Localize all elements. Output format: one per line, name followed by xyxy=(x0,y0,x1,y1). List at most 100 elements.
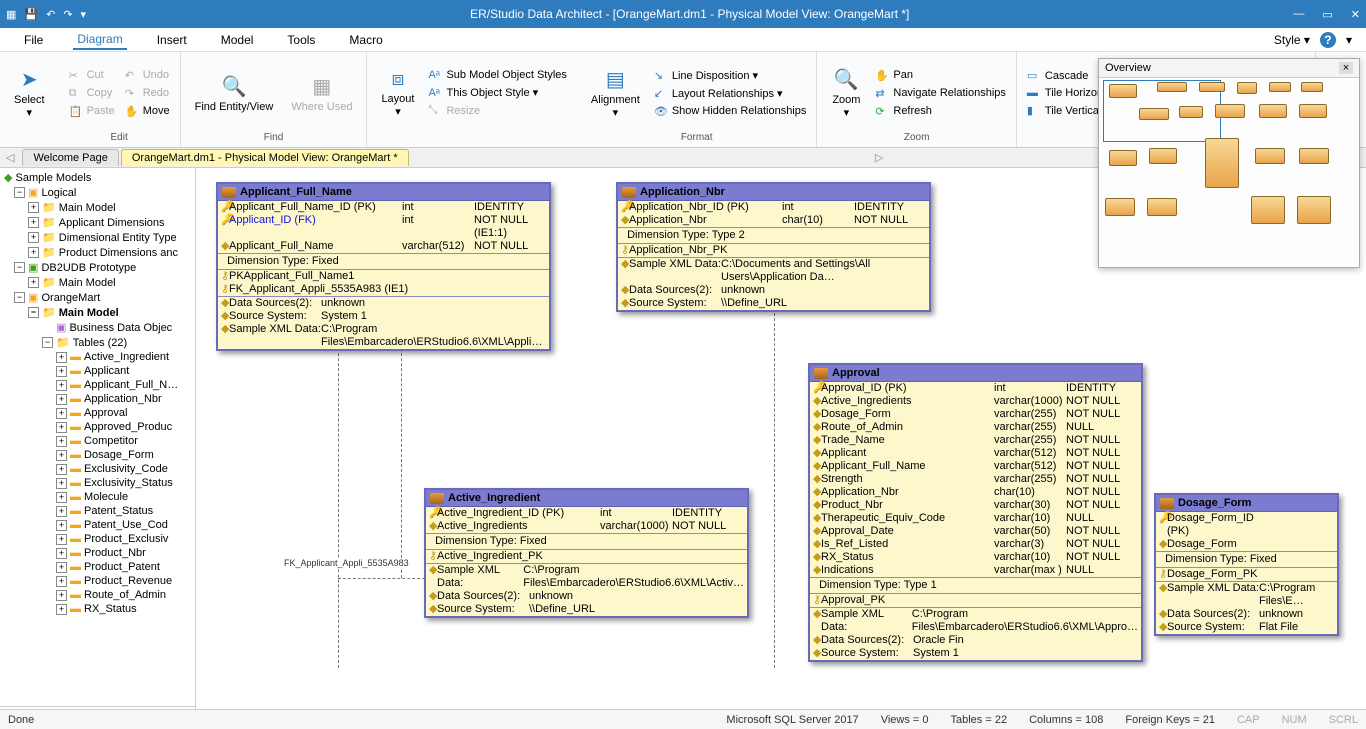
style-dropdown[interactable]: Style ▾ xyxy=(1270,31,1314,49)
overview-close-icon[interactable]: × xyxy=(1339,62,1353,74)
line-icon: ↘ xyxy=(654,69,668,82)
styles-icon: Aᵃ xyxy=(428,69,442,81)
tree-table-item[interactable]: +▬ Product_Revenue xyxy=(0,574,195,588)
tileh-icon: ▬ xyxy=(1027,87,1041,99)
resize-button[interactable]: ⤡Resize xyxy=(426,103,568,118)
tree-item[interactable]: +📁 Product Dimensions anc xyxy=(0,245,195,260)
titlebar: ▦ 💾 ↶ ↷ ▾ ER/Studio Data Architect - [Or… xyxy=(0,0,1366,28)
maximize-button[interactable]: ▭ xyxy=(1322,8,1332,21)
tree-table-item[interactable]: +▬ Application_Nbr xyxy=(0,392,195,406)
redo-icon: ↷ xyxy=(125,87,139,100)
status-scrl: SCRL xyxy=(1329,714,1358,726)
app-icon: ▦ xyxy=(6,8,16,21)
zoom-button[interactable]: 🔍Zoom▾ xyxy=(825,56,867,130)
undo-button[interactable]: ↶Undo xyxy=(123,68,172,83)
tree-table-item[interactable]: +▬ Product_Nbr xyxy=(0,546,195,560)
menu-insert[interactable]: Insert xyxy=(153,31,191,49)
overview-body[interactable] xyxy=(1099,78,1359,264)
menu-tools[interactable]: Tools xyxy=(283,31,319,49)
tree-orange[interactable]: −▣ OrangeMart xyxy=(0,290,195,305)
save-icon[interactable]: 💾 xyxy=(24,8,38,21)
tree-table-item[interactable]: +▬ Dosage_Form xyxy=(0,448,195,462)
entity-dosage-form[interactable]: Dosage_Form🔑Dosage_Form_ID (PK)◆Dosage_F… xyxy=(1154,493,1339,636)
tree-table-item[interactable]: +▬ Patent_Use_Cod xyxy=(0,518,195,532)
relationship-label: FK_Applicant_Appli_5535A983 xyxy=(282,558,411,568)
copy-button[interactable]: ⧉Copy xyxy=(67,86,117,101)
tree-root[interactable]: ◆ Sample Models xyxy=(0,170,195,185)
find-entity-button[interactable]: 🔍Find Entity/View xyxy=(189,56,280,130)
tree-tables[interactable]: −📁 Tables (22) xyxy=(0,335,195,350)
paste-button[interactable]: 📋Paste xyxy=(67,104,117,119)
tree-table-item[interactable]: +▬ Molecule xyxy=(0,490,195,504)
tree-item[interactable]: +📁 Applicant Dimensions xyxy=(0,215,195,230)
tab-close-icon[interactable]: ▷ xyxy=(875,151,883,164)
refresh-button[interactable]: ⟳Refresh xyxy=(873,104,1008,119)
select-button[interactable]: ➤ Select▾ xyxy=(8,56,51,130)
minimize-button[interactable]: — xyxy=(1293,8,1304,21)
help-icon[interactable]: ? xyxy=(1320,32,1336,48)
overview-panel[interactable]: Overview × xyxy=(1098,58,1360,268)
tree-item[interactable]: +📁 Main Model xyxy=(0,275,195,290)
status-tables: Tables = 22 xyxy=(951,714,1008,726)
statusbar: Done Microsoft SQL Server 2017 Views = 0… xyxy=(0,709,1366,729)
menu-macro[interactable]: Macro xyxy=(345,31,386,49)
show-hidden-rel-button[interactable]: 👁Show Hidden Relationships xyxy=(652,104,809,119)
tab-orangemart[interactable]: OrangeMart.dm1 - Physical Model View: Or… xyxy=(121,149,409,166)
submodel-styles-button[interactable]: AᵃSub Model Object Styles xyxy=(426,68,568,82)
line-disposition-button[interactable]: ↘Line Disposition ▾ xyxy=(652,68,809,83)
tree-table-item[interactable]: +▬ Product_Exclusiv xyxy=(0,532,195,546)
redo-button[interactable]: ↷Redo xyxy=(123,86,172,101)
where-used-button[interactable]: ▦Where Used xyxy=(285,56,358,130)
tree-orange-main[interactable]: −📁 Main Model xyxy=(0,305,195,320)
navigate-rel-button[interactable]: ⇄Navigate Relationships xyxy=(873,86,1008,101)
tree-table-item[interactable]: +▬ Applicant_Full_N… xyxy=(0,378,195,392)
tree-table-item[interactable]: +▬ Active_Ingredient xyxy=(0,350,195,364)
tree-table-item[interactable]: +▬ Applicant xyxy=(0,364,195,378)
help-dropdown-icon[interactable]: ▾ xyxy=(1342,31,1356,49)
entity-approval[interactable]: Approval🔑Approval_ID (PK)intIDENTITY◆Act… xyxy=(808,363,1143,662)
pan-button[interactable]: ✋Pan xyxy=(873,68,1008,83)
tree-item[interactable]: +📁 Dimensional Entity Type xyxy=(0,230,195,245)
layout-relationships-button[interactable]: ↙Layout Relationships ▾ xyxy=(652,86,809,101)
tab-welcome[interactable]: Welcome Page xyxy=(22,149,118,166)
tree-table-item[interactable]: +▬ Approved_Produc xyxy=(0,420,195,434)
cut-button[interactable]: ✂Cut xyxy=(67,68,117,83)
tabstrip-left-icon[interactable]: ◁ xyxy=(6,151,14,164)
tree: ◆ Sample Models −▣ Logical +📁 Main Model… xyxy=(0,168,195,706)
tree-item[interactable]: +📁 Main Model xyxy=(0,200,195,215)
tree-table-item[interactable]: +▬ Exclusivity_Status xyxy=(0,476,195,490)
tree-table-item[interactable]: +▬ Product_Patent xyxy=(0,560,195,574)
entity-applicant-full-name[interactable]: Applicant_Full_Name🔑Applicant_Full_Name_… xyxy=(216,182,551,351)
close-button[interactable]: ✕ xyxy=(1351,8,1360,21)
tilev-icon: ▮ xyxy=(1027,104,1041,117)
tree-table-item[interactable]: +▬ Route_of_Admin xyxy=(0,588,195,602)
menu-diagram[interactable]: Diagram xyxy=(73,30,126,50)
rel-icon: ↙ xyxy=(654,87,668,100)
tree-item[interactable]: ▣ Business Data Objec xyxy=(0,320,195,335)
copy-icon: ⧉ xyxy=(69,87,83,100)
this-object-style-button[interactable]: AᵃThis Object Style ▾ xyxy=(426,85,568,100)
alignment-button[interactable]: ▤Alignment▾ xyxy=(585,56,646,130)
redo-icon[interactable]: ↷ xyxy=(63,8,72,21)
tree-table-item[interactable]: +▬ Exclusivity_Code xyxy=(0,462,195,476)
cursor-icon: ➤ xyxy=(21,67,38,92)
menu-model[interactable]: Model xyxy=(217,31,258,49)
tree-table-item[interactable]: +▬ Competitor xyxy=(0,434,195,448)
nav-icon: ⇄ xyxy=(875,87,889,100)
status-cap: CAP xyxy=(1237,714,1260,726)
tree-table-item[interactable]: +▬ Patent_Status xyxy=(0,504,195,518)
entity-application-nbr[interactable]: Application_Nbr🔑Application_Nbr_ID (PK)i… xyxy=(616,182,931,312)
tree-db2[interactable]: −▣ DB2UDB Prototype xyxy=(0,260,195,275)
tree-table-item[interactable]: +▬ RX_Status xyxy=(0,602,195,616)
move-button[interactable]: ✋Move xyxy=(123,104,172,119)
menu-file[interactable]: File xyxy=(20,31,47,49)
tree-table-item[interactable]: +▬ Approval xyxy=(0,406,195,420)
status-done: Done xyxy=(8,714,34,726)
entity-active-ingredient[interactable]: Active_Ingredient🔑Active_Ingredient_ID (… xyxy=(424,488,749,618)
window-buttons: — ▭ ✕ xyxy=(1293,8,1360,21)
layout-button[interactable]: ⧈Layout▾ xyxy=(375,56,420,130)
undo-icon[interactable]: ↶ xyxy=(46,8,55,21)
overview-title: Overview xyxy=(1105,62,1151,74)
status-server: Microsoft SQL Server 2017 xyxy=(726,714,858,726)
tree-logical[interactable]: −▣ Logical xyxy=(0,185,195,200)
